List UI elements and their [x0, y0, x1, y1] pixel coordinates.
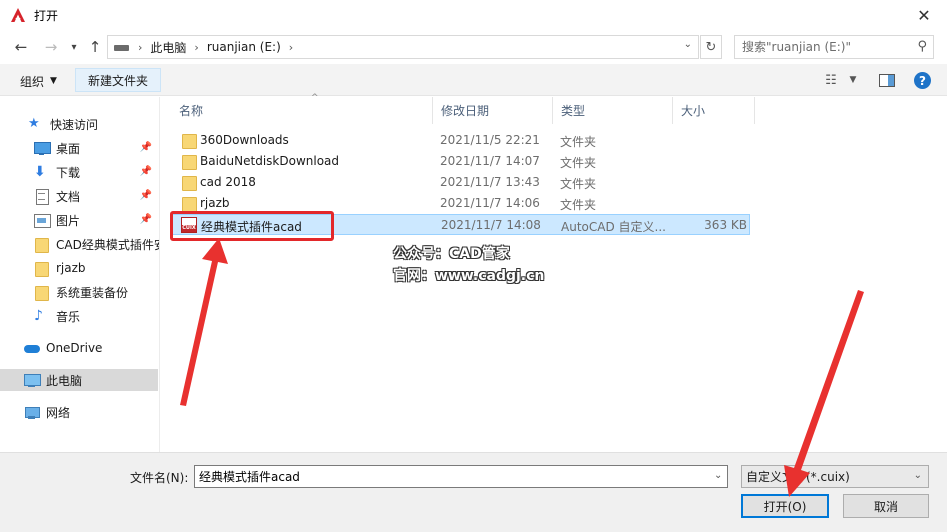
search-icon: ⚲ [917, 39, 927, 54]
file-list: ^ 名称 修改日期 类型 大小 360Downloads 2021/11/5 2… [161, 93, 947, 452]
file-type-select[interactable]: 自定义文件(*.cuix) ⌄ [741, 465, 929, 488]
close-icon: ✕ [917, 5, 931, 25]
chevron-right-icon: › [288, 40, 294, 54]
file-row[interactable]: cad 2018 2021/11/7 13:43 文件夹 [170, 172, 750, 193]
breadcrumb-drive[interactable]: ruanjian (E:) [207, 40, 281, 54]
column-header-size[interactable]: 大小 [673, 97, 755, 124]
column-header-date[interactable]: 修改日期 [433, 97, 553, 124]
address-bar[interactable]: › 此电脑 › ruanjian (E:) › ⌄ [107, 35, 699, 59]
filename-input[interactable] [194, 465, 728, 488]
folder-icon [34, 237, 50, 253]
window-title: 打开 [34, 8, 59, 23]
sidebar-item-system-backup[interactable]: 系统重装备份 [0, 281, 158, 303]
cloud-icon [24, 341, 40, 355]
sidebar-item-quick-access[interactable]: ★ 快速访问 [0, 113, 158, 135]
sort-ascending-icon: ^ [311, 93, 319, 103]
cancel-button[interactable]: 取消 [843, 494, 929, 518]
help-icon[interactable]: ? [914, 72, 931, 89]
folder-icon [182, 175, 197, 191]
preview-pane-icon[interactable] [878, 71, 896, 89]
document-icon [34, 189, 50, 205]
new-folder-button[interactable]: 新建文件夹 [75, 68, 162, 92]
view-options-icon[interactable]: ☷ [822, 71, 840, 89]
network-icon [24, 405, 40, 419]
sidebar-item-network[interactable]: 网络 [0, 401, 158, 423]
sidebar-item-pictures[interactable]: 图片 📌 [0, 209, 158, 231]
pin-icon: 📌 [139, 142, 152, 153]
sidebar-item-documents[interactable]: 文档 📌 [0, 185, 158, 207]
toolbar: 组织 ▼ 新建文件夹 ☷ ▼ [0, 64, 947, 96]
drive-icon [114, 42, 130, 52]
organize-button[interactable]: 组织 ▼ [12, 70, 65, 92]
open-button[interactable]: 打开(O) [741, 494, 829, 518]
autocad-logo-icon [10, 7, 26, 23]
refresh-icon: ↻ [705, 39, 717, 55]
watermark-line-2: 官网：www.cadgj.cn [393, 268, 545, 284]
chevron-right-icon: › [194, 40, 199, 54]
file-row[interactable]: BaiduNetdiskDownload 2021/11/7 14:07 文件夹 [170, 151, 750, 172]
download-icon: ⬇ [34, 164, 46, 180]
highlight-selected-file [170, 211, 334, 241]
file-type-value: 自定义文件(*.cuix) [746, 470, 850, 484]
folder-icon [182, 154, 197, 170]
recent-locations-button[interactable]: ▾ [63, 36, 85, 58]
up-button[interactable]: ↑ [84, 36, 106, 58]
folder-icon [182, 133, 197, 149]
organize-label: 组织 [20, 74, 45, 89]
caret-down-icon: ▼ [50, 76, 57, 86]
star-icon: ★ [28, 116, 40, 131]
sidebar-item-onedrive[interactable]: OneDrive [0, 337, 158, 359]
back-button[interactable]: ← [10, 36, 32, 58]
breadcrumb-this-pc[interactable]: 此电脑 [150, 39, 186, 56]
filename-label: 文件名(N): [130, 471, 189, 485]
search-box[interactable]: ⚲ [734, 35, 934, 59]
title-bar: 打开 ✕ [0, 0, 947, 30]
watermark-line-1: 公众号：CAD管家 [393, 246, 510, 262]
computer-icon [24, 373, 41, 387]
pin-icon: 📌 [139, 166, 152, 177]
sidebar-item-desktop[interactable]: 桌面 📌 [0, 137, 158, 159]
desktop-icon [34, 141, 51, 155]
chevron-down-icon: ▾ [71, 41, 77, 53]
sidebar-item-this-pc[interactable]: 此电脑 [0, 369, 158, 391]
arrow-up-icon: ↑ [88, 38, 102, 56]
chevron-down-icon[interactable]: ⌄ [714, 470, 722, 481]
column-header-type[interactable]: 类型 [553, 97, 673, 124]
sidebar-item-music[interactable]: ♪ 音乐 [0, 305, 158, 327]
navigation-pane: ★ 快速访问 桌面 📌 ⬇ 下载 📌 文档 📌 图片 📌 CAD经典模式插件安 … [0, 97, 160, 452]
chevron-right-icon: › [138, 40, 143, 54]
address-row: ← → ▾ ↑ › 此电脑 › ruanjian (E:) › ⌄ ↻ ⚲ [0, 32, 947, 62]
new-folder-label: 新建文件夹 [88, 73, 149, 88]
sidebar-item-downloads[interactable]: ⬇ 下载 📌 [0, 161, 158, 183]
chevron-down-icon: ⌄ [913, 470, 922, 481]
forward-button[interactable]: → [40, 36, 62, 58]
folder-icon [34, 285, 50, 301]
arrow-left-icon: ← [14, 38, 28, 56]
pin-icon: 📌 [139, 190, 152, 201]
folder-icon [34, 261, 50, 277]
arrow-right-icon: → [44, 38, 58, 56]
music-icon: ♪ [34, 308, 43, 324]
picture-icon [34, 213, 51, 228]
close-button[interactable]: ✕ [901, 0, 947, 30]
view-dropdown-icon[interactable]: ▼ [846, 71, 860, 89]
dialog-footer: 文件名(N): ⌄ 自定义文件(*.cuix) ⌄ 打开(O) 取消 [0, 452, 947, 532]
folder-icon [182, 196, 197, 212]
sidebar-item-rjazb[interactable]: rjazb [0, 257, 158, 279]
sidebar-item-cad-plugin-folder[interactable]: CAD经典模式插件安 [0, 233, 159, 255]
pin-icon: 📌 [139, 214, 152, 225]
file-row[interactable]: 360Downloads 2021/11/5 22:21 文件夹 [170, 130, 750, 151]
search-input[interactable] [742, 40, 910, 54]
chevron-down-icon[interactable]: ⌄ [684, 39, 692, 50]
watermark: 公众号：CAD管家 官网：www.cadgj.cn [393, 243, 544, 287]
column-header-name[interactable]: ^ 名称 [171, 93, 433, 124]
refresh-button[interactable]: ↻ [700, 35, 722, 59]
